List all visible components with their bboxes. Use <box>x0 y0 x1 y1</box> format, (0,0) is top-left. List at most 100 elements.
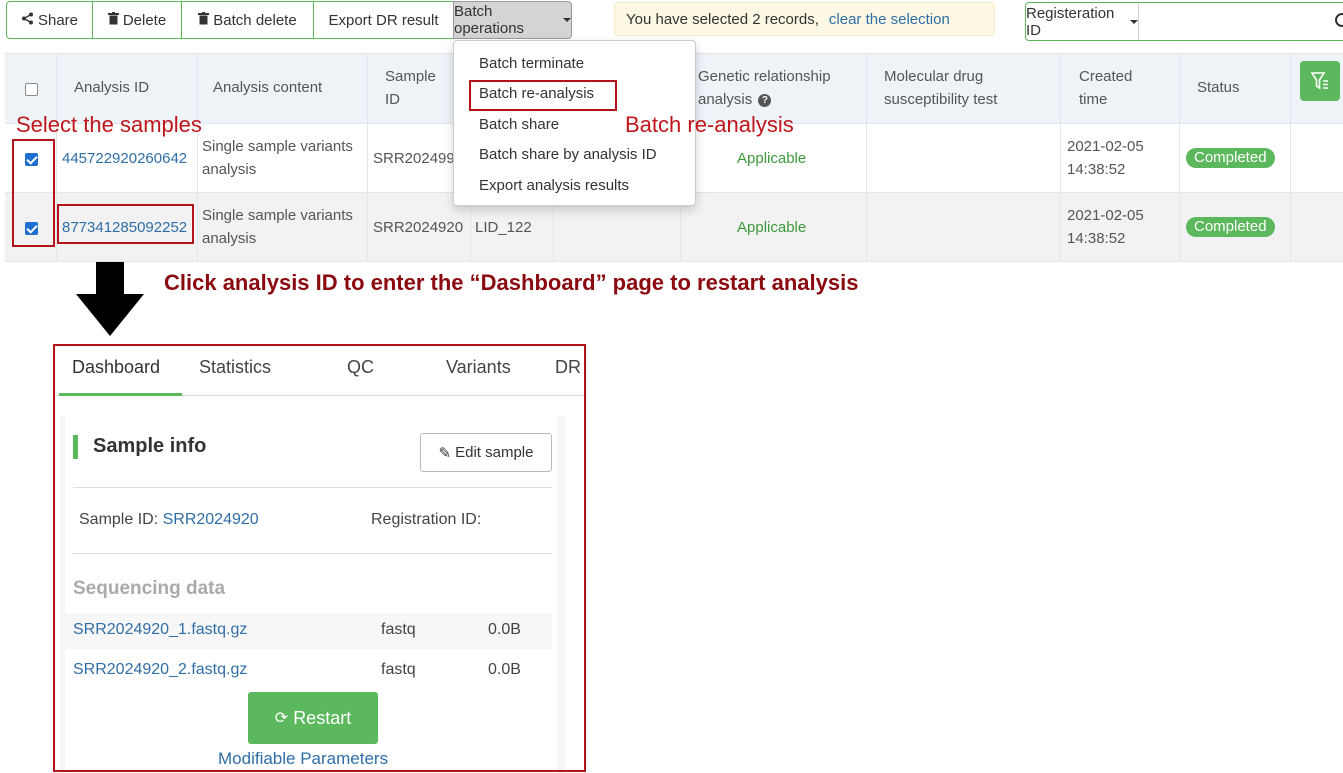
analysis-content-2: analysis <box>202 230 257 247</box>
tab-qc[interactable]: QC <box>347 357 374 378</box>
highlight-checkboxes <box>12 139 55 247</box>
tab-dashboard[interactable]: Dashboard <box>72 357 160 378</box>
batch-operations-label: Batch operations <box>454 3 525 37</box>
file-size: 0.0B <box>488 621 521 638</box>
select-all-checkbox[interactable] <box>25 83 38 96</box>
created-date: 2021-02-05 <box>1067 207 1144 224</box>
section-marker <box>73 435 78 459</box>
registration-id-label: Registration ID: <box>371 511 482 528</box>
edit-sample-label: Edit sample <box>455 444 534 461</box>
search-group: Registeration ID <box>1025 2 1343 41</box>
trash-icon <box>107 12 119 28</box>
help-icon[interactable]: ? <box>758 93 772 107</box>
header-genetic: Genetic relationship <box>698 68 831 85</box>
sample-id-label: Sample ID: <box>79 511 159 528</box>
column-divider <box>1060 54 1061 261</box>
header-sample-id-2: ID <box>385 91 400 108</box>
header-created[interactable]: Created <box>1079 65 1132 88</box>
pencil-icon: ✎ <box>438 444 452 462</box>
delete-button[interactable]: Delete <box>92 1 182 39</box>
highlight-batch-reanalysis <box>469 80 617 111</box>
edit-sample-button[interactable]: ✎ Edit sample <box>420 433 552 472</box>
arrow-down-icon <box>76 262 144 336</box>
share-button[interactable]: Share <box>6 1 93 39</box>
status-badge: Completed <box>1186 148 1275 168</box>
active-tab-indicator <box>59 393 182 396</box>
search-input[interactable] <box>1139 3 1343 40</box>
delete-label: Delete <box>122 11 167 29</box>
column-divider <box>367 54 368 261</box>
file-type: fastq <box>381 621 416 638</box>
search-icon[interactable] <box>1335 13 1343 27</box>
column-divider <box>1179 54 1180 261</box>
trash-icon <box>198 12 210 28</box>
restart-label: Restart <box>293 707 352 728</box>
caret-down-icon <box>1130 19 1138 24</box>
batch-delete-button[interactable]: Batch delete <box>181 1 314 39</box>
sample-info-title: Sample info <box>93 435 207 457</box>
created-time: 14:38:52 <box>1067 161 1126 178</box>
lid-value: LID_122 <box>475 219 532 236</box>
file-row: SRR2024920_2.fastq.gz fastq 0.0B <box>65 653 552 689</box>
genetic-status: Applicable <box>737 219 807 236</box>
search-field-dropdown[interactable]: Registeration ID <box>1026 3 1139 40</box>
batch-operations-button[interactable]: Batch operations <box>453 1 572 39</box>
header-molecular: Molecular drug <box>884 68 984 85</box>
header-genetic-2: analysis ? <box>698 88 772 111</box>
highlight-analysis-id <box>57 204 194 244</box>
refresh-icon: ⟳ <box>274 710 289 727</box>
column-filter-button[interactable] <box>1300 61 1340 101</box>
file-type: fastq <box>381 661 416 678</box>
analysis-id-link[interactable]: 445722920260642 <box>62 147 187 170</box>
modifiable-parameters-link[interactable]: Modifiable Parameters <box>218 749 388 769</box>
share-icon <box>21 12 34 28</box>
sequencing-data-title: Sequencing data <box>73 578 226 599</box>
dashboard-tabs: Dashboard Statistics QC Variants DR <box>55 346 584 396</box>
clear-selection-link[interactable]: clear the selection <box>829 11 950 28</box>
export-dr-button[interactable]: Export DR result <box>313 1 454 39</box>
header-sample-id: Sample <box>385 68 436 85</box>
analysis-content-2: analysis <box>202 161 257 178</box>
annotation-click-hint: Click analysis ID to enter the “Dashboar… <box>164 270 859 295</box>
search-field-label: Registeration ID <box>1026 4 1115 39</box>
file-row: SRR2024920_1.fastq.gz fastq 0.0B <box>65 613 552 649</box>
analysis-content: Single sample variants <box>202 138 353 155</box>
selection-text: You have selected 2 records, <box>626 10 819 28</box>
sample-id: SRR2024920 <box>373 219 464 236</box>
header-genetic-label: analysis <box>698 91 753 108</box>
column-divider <box>197 54 198 261</box>
tab-dr[interactable]: DR <box>555 357 581 378</box>
header-analysis-id[interactable]: Analysis ID <box>74 76 149 99</box>
restart-button[interactable]: ⟳ Restart <box>248 692 378 744</box>
genetic-status: Applicable <box>737 150 807 167</box>
annotation-select-samples: Select the samples <box>16 112 202 137</box>
menu-item-export-results[interactable]: Export analysis results <box>479 176 629 196</box>
created-time: 14:38:52 <box>1067 230 1126 247</box>
analysis-content: Single sample variants <box>202 207 353 224</box>
selection-alert: You have selected 2 records, clear the s… <box>614 2 995 36</box>
caret-down-icon <box>563 18 571 22</box>
tab-variants[interactable]: Variants <box>446 357 511 378</box>
menu-item-batch-share[interactable]: Batch share <box>479 115 559 135</box>
header-analysis-content: Analysis content <box>213 79 323 96</box>
toolbar: Share Delete Batch delete Export DR resu… <box>6 1 572 39</box>
file-size: 0.0B <box>488 661 521 678</box>
batch-delete-label: Batch delete <box>213 11 297 29</box>
menu-item-batch-share-by-id[interactable]: Batch share by analysis ID <box>479 145 657 165</box>
sample-id-link[interactable]: SRR2024920 <box>163 511 259 528</box>
created-date: 2021-02-05 <box>1067 138 1144 155</box>
export-dr-label: Export DR result <box>328 11 439 29</box>
header-status: Status <box>1197 79 1240 96</box>
annotation-batch-reanalysis: Batch re-analysis <box>625 112 794 137</box>
header-molecular-2: susceptibility test <box>884 91 998 108</box>
column-divider <box>866 54 867 261</box>
divider <box>73 487 552 488</box>
file-link[interactable]: SRR2024920_1.fastq.gz <box>73 621 247 639</box>
file-link[interactable]: SRR2024920_2.fastq.gz <box>73 661 247 679</box>
sample-id: SRR202499 <box>373 150 455 167</box>
column-divider <box>1290 54 1291 261</box>
dashboard-panel: Dashboard Statistics QC Variants DR Samp… <box>53 344 586 772</box>
header-created-2: time <box>1079 91 1108 108</box>
tab-statistics[interactable]: Statistics <box>199 357 271 378</box>
menu-item-batch-terminate[interactable]: Batch terminate <box>479 54 584 74</box>
